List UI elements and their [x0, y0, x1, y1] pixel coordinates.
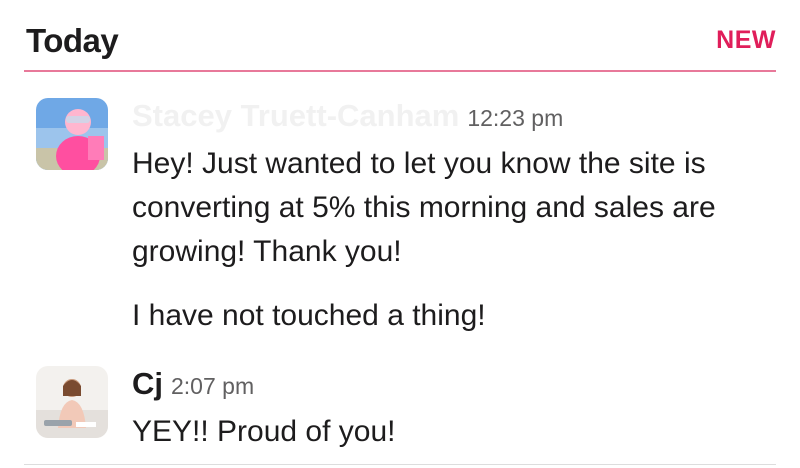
message-body: YEY!! Proud of you! [132, 410, 776, 454]
timestamp[interactable]: 2:07 pm [171, 373, 254, 399]
message-paragraph: I have not touched a thing! [132, 299, 486, 332]
avatar[interactable] [36, 98, 108, 170]
new-messages-divider [24, 70, 776, 72]
timestamp[interactable]: 12:23 pm [467, 105, 563, 131]
message-header: Cj 2:07 pm [132, 366, 254, 402]
message-body: Hey! Just wanted to let you know the sit… [132, 142, 776, 338]
avatar-photo [36, 366, 108, 438]
message-paragraph: Hey! Just wanted to let you know the sit… [132, 147, 716, 268]
avatar[interactable] [36, 366, 108, 438]
avatar-photo [36, 98, 108, 170]
day-header: Today NEW [24, 0, 776, 72]
sender-name[interactable]: Stacey Truett-Canham [132, 98, 459, 133]
bottom-divider [24, 464, 776, 465]
message-paragraph: YEY!! Proud of you! [132, 415, 396, 448]
message-header: Stacey Truett-Canham 12:23 pm [132, 98, 563, 134]
new-messages-badge[interactable]: NEW [716, 26, 776, 55]
sender-name[interactable]: Cj [132, 366, 163, 401]
day-label: Today [26, 22, 119, 59]
